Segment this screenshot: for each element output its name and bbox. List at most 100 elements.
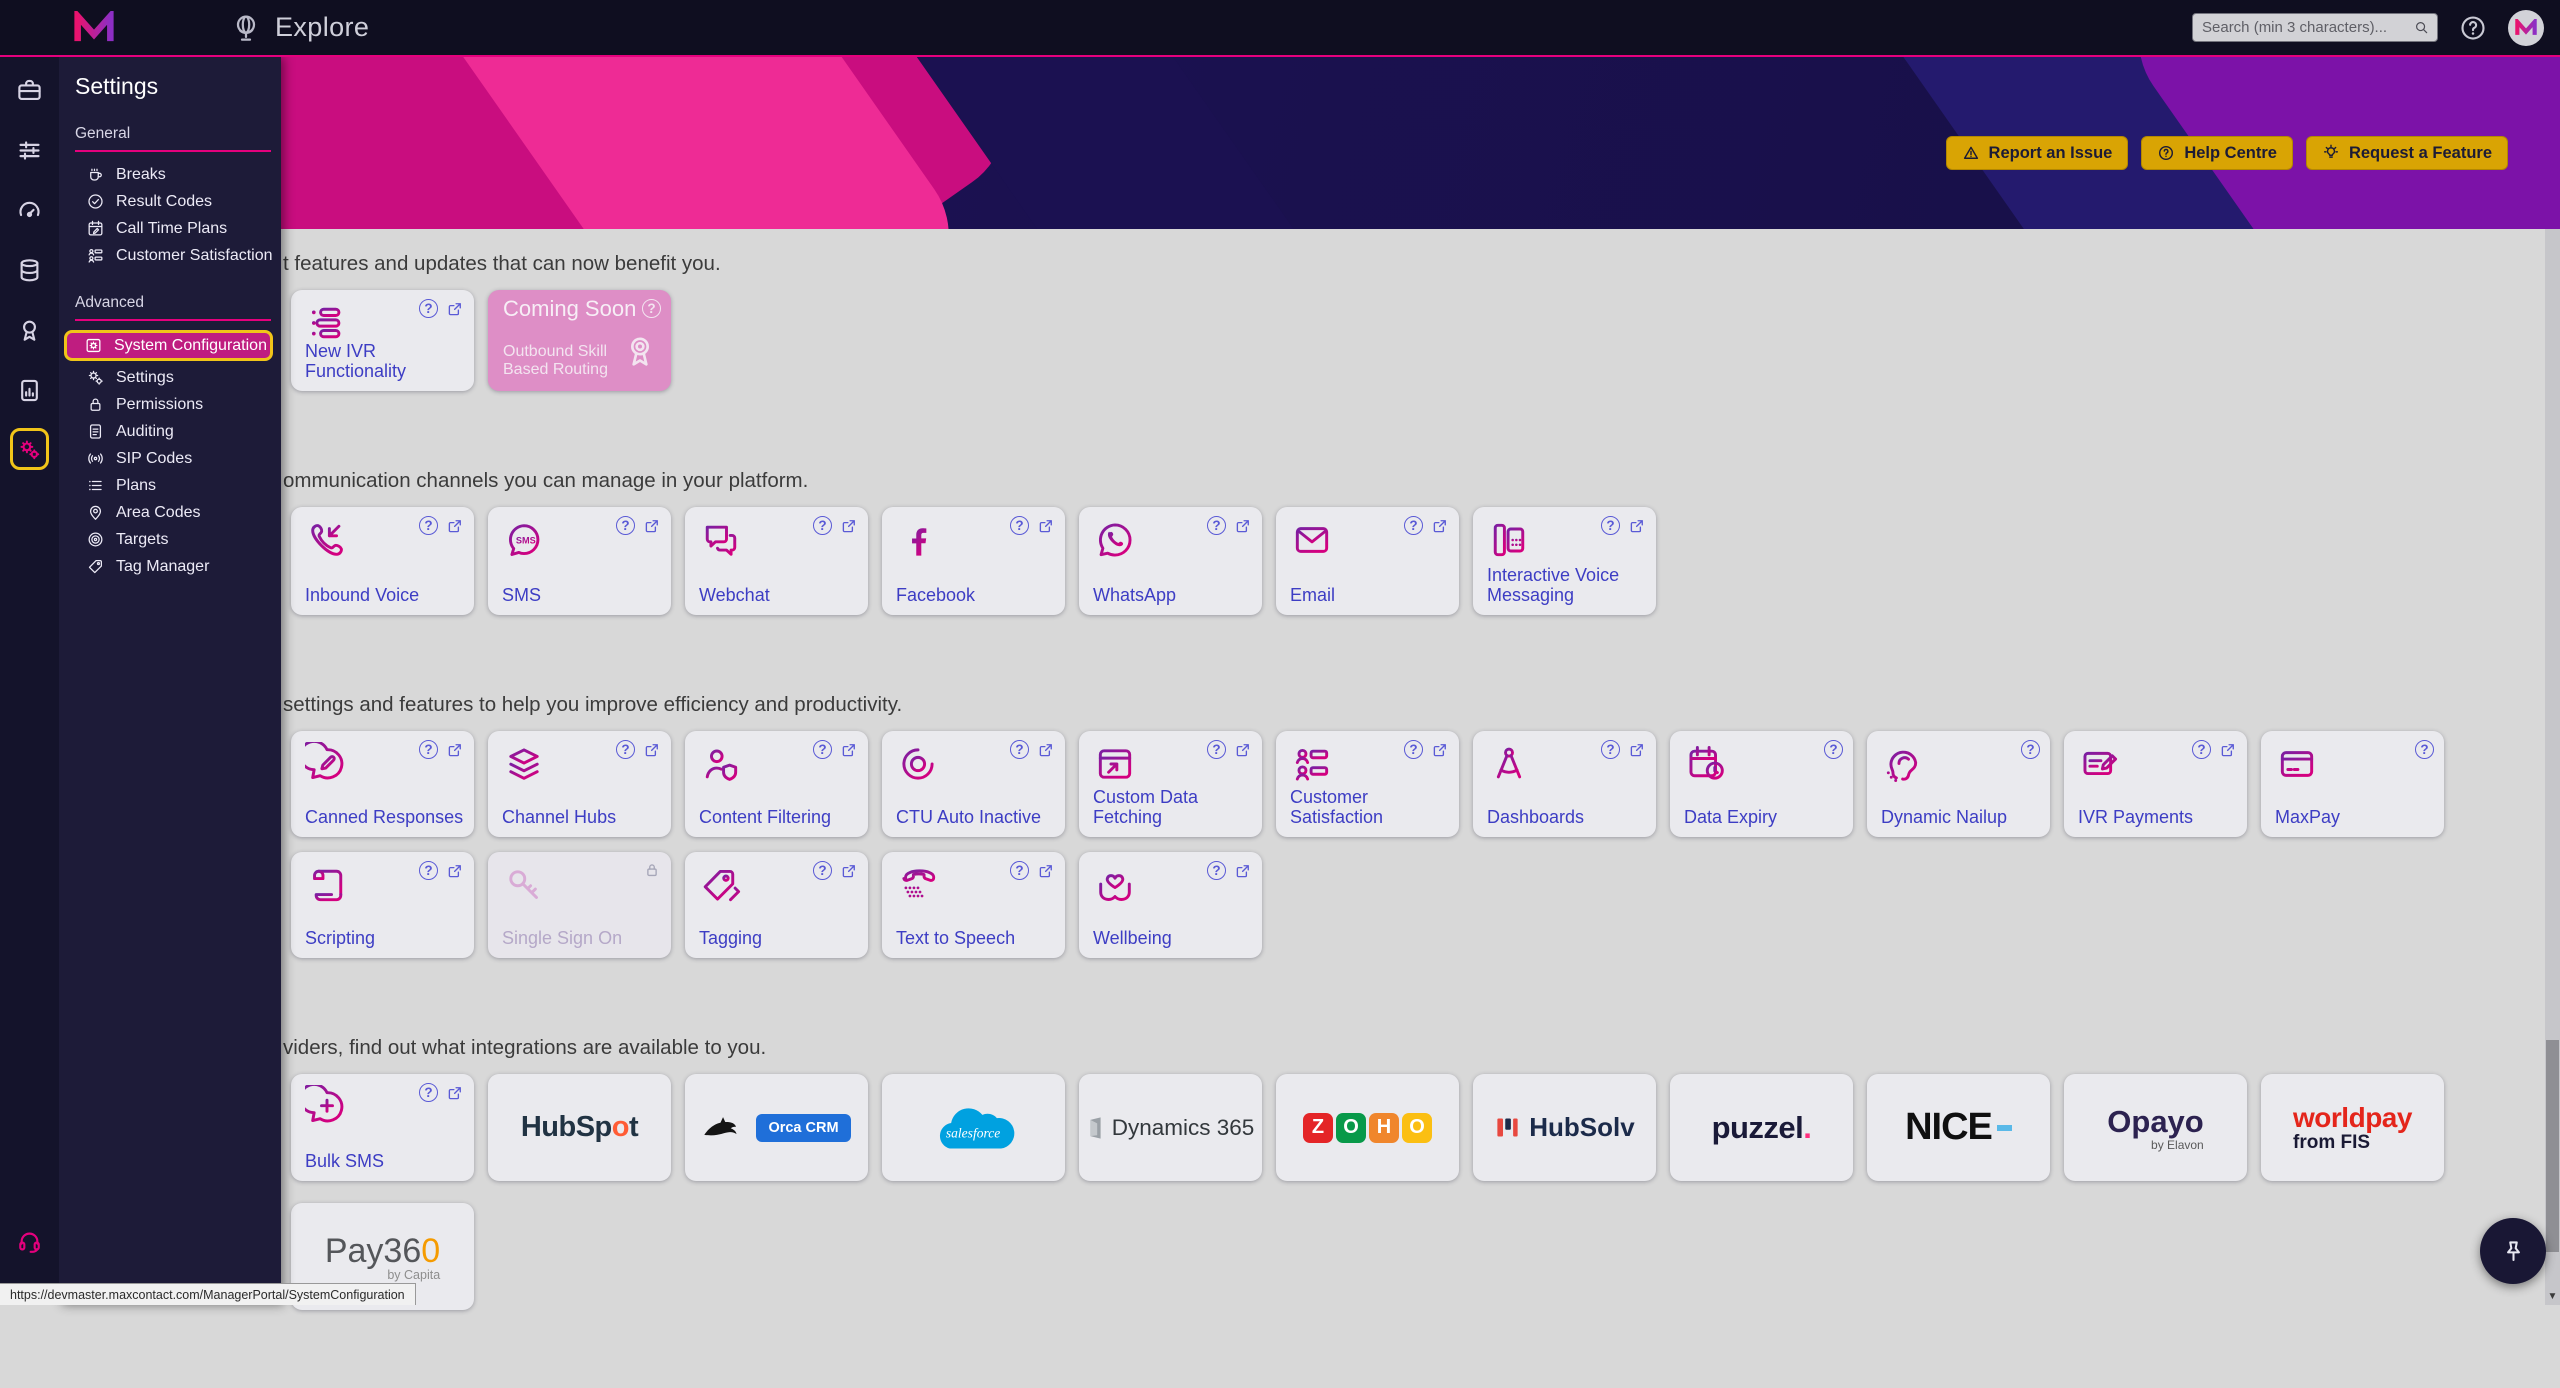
open-in-new-icon[interactable] <box>1234 517 1252 535</box>
help-icon[interactable] <box>2458 13 2488 43</box>
card-channel-hubs[interactable]: Channel Hubs? <box>488 731 671 837</box>
settings-menu-item-permissions[interactable]: Permissions <box>59 391 281 418</box>
card-inbound-voice[interactable]: Inbound Voice? <box>291 507 474 615</box>
open-in-new-icon[interactable] <box>840 862 858 880</box>
card-scripting[interactable]: Scripting? <box>291 852 474 958</box>
open-in-new-icon[interactable] <box>446 517 464 535</box>
rail-item-reports[interactable] <box>0 368 59 412</box>
rail-item-data[interactable] <box>0 248 59 292</box>
help-icon[interactable]: ? <box>616 740 635 759</box>
card-worldpay[interactable]: worldpay from FIS <box>2261 1074 2444 1181</box>
rail-item-settings[interactable] <box>10 428 49 470</box>
settings-menu-item-sip-codes[interactable]: SIP Codes <box>59 445 281 472</box>
open-in-new-icon[interactable] <box>2219 741 2237 759</box>
help-icon[interactable]: ? <box>2415 740 2434 759</box>
card-dynamics-365[interactable]: Dynamics 365 <box>1079 1074 1262 1181</box>
card-bulk-sms[interactable]: Bulk SMS? <box>291 1074 474 1181</box>
help-icon[interactable]: ? <box>1601 740 1620 759</box>
card-webchat[interactable]: Webchat? <box>685 507 868 615</box>
help-icon[interactable]: ? <box>642 299 661 318</box>
pin-button[interactable] <box>2480 1218 2546 1284</box>
open-in-new-icon[interactable] <box>1431 741 1449 759</box>
help-icon[interactable]: ? <box>1824 740 1843 759</box>
card-salesforce[interactable]: salesforce <box>882 1074 1065 1181</box>
card-tagging[interactable]: Tagging? <box>685 852 868 958</box>
open-in-new-icon[interactable] <box>643 517 661 535</box>
open-in-new-icon[interactable] <box>1431 517 1449 535</box>
open-in-new-icon[interactable] <box>1234 741 1252 759</box>
card-zoho[interactable]: ZOHO <box>1276 1074 1459 1181</box>
card-orca-crm[interactable]: Orca CRM <box>685 1074 868 1181</box>
card-ctu-auto-inactive[interactable]: CTU Auto Inactive? <box>882 731 1065 837</box>
help-icon[interactable]: ? <box>1601 516 1620 535</box>
help-icon[interactable]: ? <box>1404 740 1423 759</box>
scrollbar[interactable]: ▼ <box>2545 229 2560 1305</box>
card-single-sign-on[interactable]: Single Sign On <box>488 852 671 958</box>
open-in-new-icon[interactable] <box>840 741 858 759</box>
card-sms[interactable]: SMS SMS? <box>488 507 671 615</box>
settings-menu-item-plans[interactable]: Plans <box>59 472 281 499</box>
card-puzzel[interactable]: puzzel. <box>1670 1074 1853 1181</box>
help-icon[interactable]: ? <box>419 299 438 318</box>
help-icon[interactable]: ? <box>2021 740 2040 759</box>
card-hubspot[interactable]: HubSp o t <box>488 1074 671 1181</box>
scroll-down-arrow[interactable]: ▼ <box>2545 1291 2560 1302</box>
help-icon[interactable]: ? <box>1207 740 1226 759</box>
card-custom-data-fetching[interactable]: Custom Data Fetching? <box>1079 731 1262 837</box>
card-canned-responses[interactable]: Canned Responses? <box>291 731 474 837</box>
help-icon[interactable]: ? <box>1010 861 1029 880</box>
card-ivr-payments[interactable]: IVR Payments? <box>2064 731 2247 837</box>
help-icon[interactable]: ? <box>1010 740 1029 759</box>
help-icon[interactable]: ? <box>813 516 832 535</box>
settings-menu-item-breaks[interactable]: Breaks <box>59 161 281 188</box>
report-an-issue-button[interactable]: Report an Issue <box>1945 136 2129 170</box>
settings-menu-item-auditing[interactable]: Auditing <box>59 418 281 445</box>
card-email[interactable]: Email? <box>1276 507 1459 615</box>
settings-menu-item-customer-satisfaction[interactable]: Customer Satisfaction <box>59 242 281 269</box>
help-centre-button[interactable]: Help Centre <box>2141 136 2293 170</box>
card-dynamic-nailup[interactable]: Dynamic Nailup? <box>1867 731 2050 837</box>
help-icon[interactable]: ? <box>813 740 832 759</box>
help-icon[interactable]: ? <box>1404 516 1423 535</box>
settings-menu-item-area-codes[interactable]: Area Codes <box>59 499 281 526</box>
help-icon[interactable]: ? <box>2192 740 2211 759</box>
scrollbar-thumb[interactable] <box>2546 1040 2559 1252</box>
settings-menu-item-result-codes[interactable]: Result Codes <box>59 188 281 215</box>
card-dashboards[interactable]: Dashboards? <box>1473 731 1656 837</box>
settings-menu-item-tag-manager[interactable]: Tag Manager <box>59 553 281 580</box>
card-content-filtering[interactable]: Content Filtering? <box>685 731 868 837</box>
card-wellbeing[interactable]: Wellbeing? <box>1079 852 1262 958</box>
help-icon[interactable]: ? <box>813 861 832 880</box>
card-nice[interactable]: NICE <box>1867 1074 2050 1181</box>
help-icon[interactable]: ? <box>1207 861 1226 880</box>
help-icon[interactable]: ? <box>419 1083 438 1102</box>
open-in-new-icon[interactable] <box>840 517 858 535</box>
open-in-new-icon[interactable] <box>643 741 661 759</box>
settings-menu-item-call-time-plans[interactable]: Call Time Plans <box>59 215 281 242</box>
card-maxpay[interactable]: MaxPay? <box>2261 731 2444 837</box>
open-in-new-icon[interactable] <box>1037 517 1055 535</box>
card-new-ivr-functionality[interactable]: New IVR Functionality? <box>291 290 474 391</box>
open-in-new-icon[interactable] <box>1037 741 1055 759</box>
card-text-to-speech[interactable]: Text to Speech? <box>882 852 1065 958</box>
open-in-new-icon[interactable] <box>446 741 464 759</box>
help-icon[interactable]: ? <box>1207 516 1226 535</box>
rail-item-dashboards[interactable] <box>0 188 59 232</box>
help-icon[interactable]: ? <box>616 516 635 535</box>
rail-item-support[interactable] <box>0 1219 59 1263</box>
settings-menu-item-system-configuration[interactable]: System Configuration <box>64 330 273 361</box>
open-in-new-icon[interactable] <box>1628 517 1646 535</box>
card-whatsapp[interactable]: WhatsApp? <box>1079 507 1262 615</box>
settings-menu-item-settings[interactable]: Settings <box>59 364 281 391</box>
card-outbound-skill-based-routing[interactable]: Coming Soon Outbound Skill Based Routing? <box>488 290 671 391</box>
open-in-new-icon[interactable] <box>446 862 464 880</box>
open-in-new-icon[interactable] <box>446 1084 464 1102</box>
card-customer-satisfaction[interactable]: Customer Satisfaction? <box>1276 731 1459 837</box>
card-facebook[interactable]: Facebook? <box>882 507 1065 615</box>
card-opayo[interactable]: Opayo by Elavon <box>2064 1074 2247 1181</box>
help-icon[interactable]: ? <box>419 740 438 759</box>
settings-menu-item-targets[interactable]: Targets <box>59 526 281 553</box>
help-icon[interactable]: ? <box>419 516 438 535</box>
card-hubsolv[interactable]: HubSolv <box>1473 1074 1656 1181</box>
rail-item-toolbox[interactable] <box>0 68 59 112</box>
